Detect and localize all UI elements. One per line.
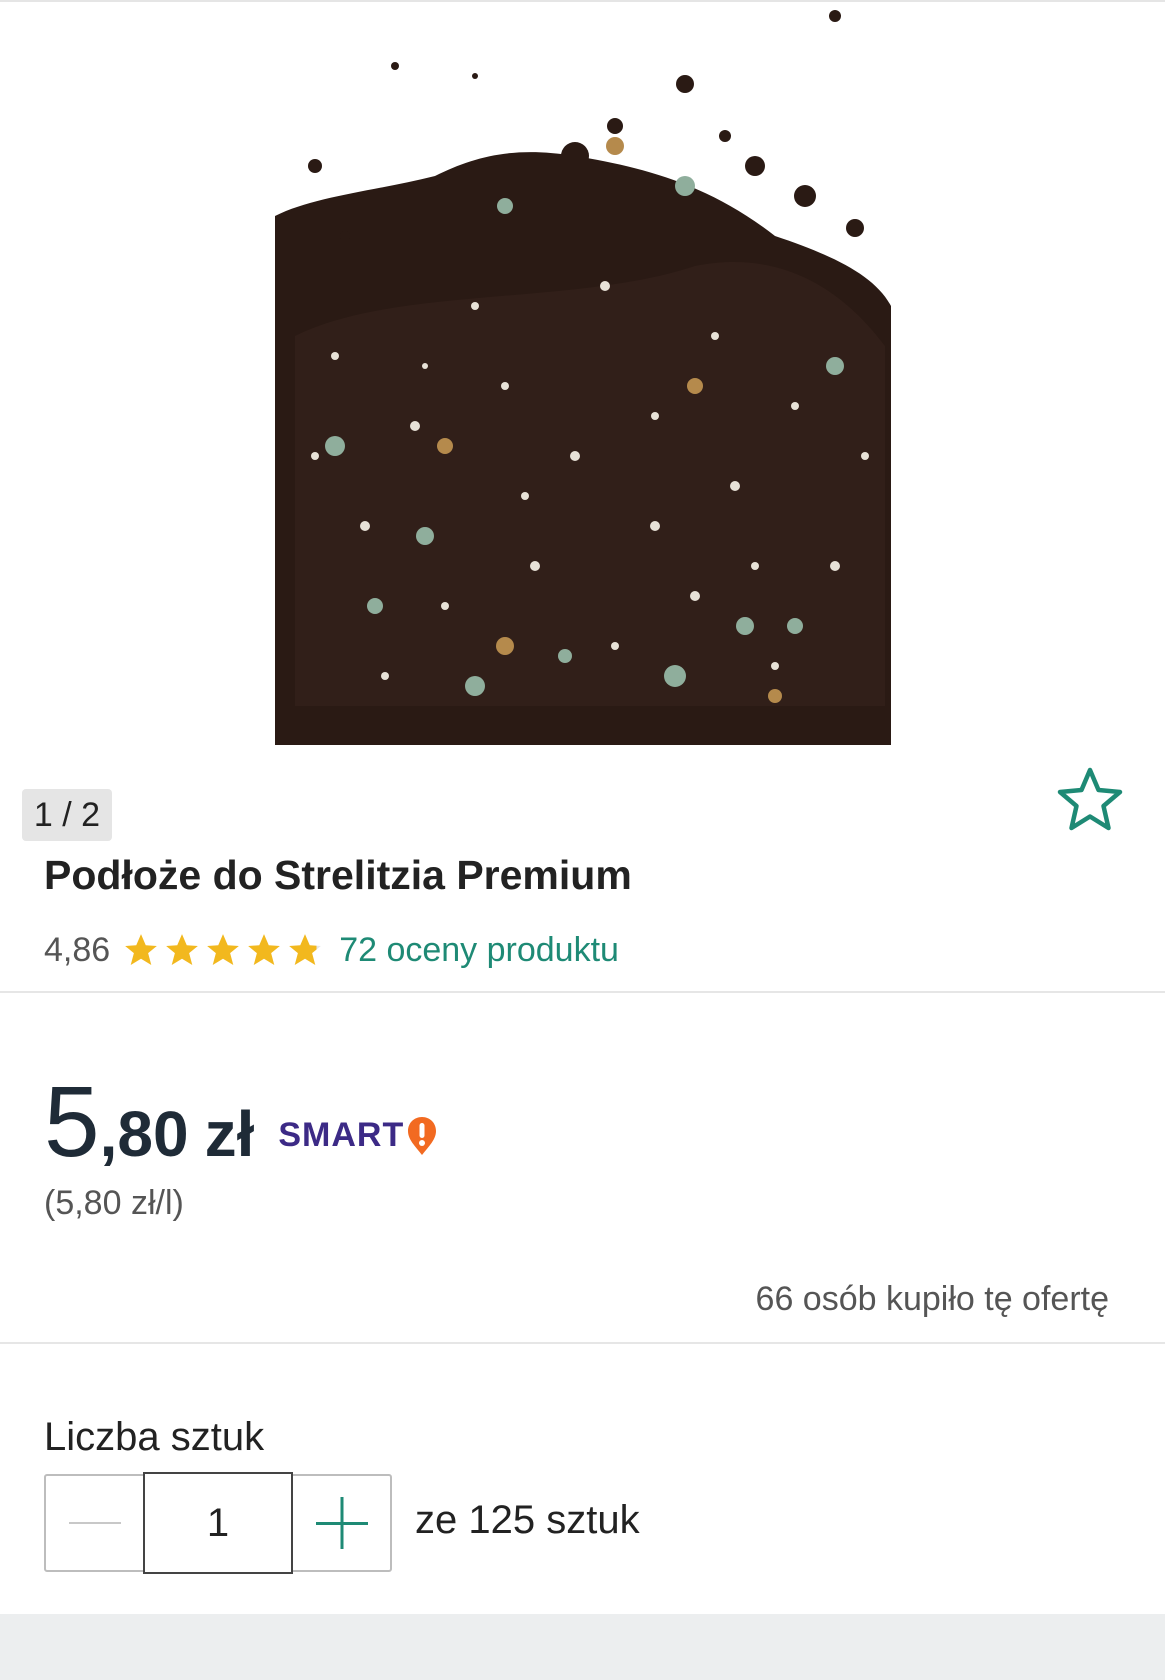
star-icon	[248, 934, 281, 966]
smart-exclamation-icon	[408, 1116, 437, 1155]
rating-row: 4,86 72 oceny produktu	[44, 926, 619, 974]
price-currency: zł	[204, 1098, 255, 1170]
rating-value: 4,86	[44, 930, 111, 969]
plus-icon	[315, 1497, 368, 1549]
price: 5 ,80 zł SMART	[44, 1072, 438, 1172]
product-photo[interactable]	[275, 6, 891, 745]
stock-available: ze 125 sztuk	[415, 1498, 640, 1542]
increase-button[interactable]	[293, 1476, 390, 1570]
section-divider	[0, 1342, 1165, 1344]
star-icon	[125, 934, 158, 966]
gallery-counter: 1 / 2	[22, 789, 112, 841]
section-divider	[0, 991, 1165, 993]
unit-price: (5,80 zł/l)	[44, 1184, 184, 1222]
price-integer: 5	[44, 1066, 100, 1178]
smart-label: SMART	[278, 1116, 405, 1154]
product-gallery[interactable]	[0, 2, 1165, 772]
star-icon	[207, 934, 240, 966]
quantity-label: Liczba sztuk	[44, 1415, 265, 1459]
buyers-count: 66 osób kupiło tę ofertę	[755, 1280, 1109, 1318]
bottom-bar	[0, 1614, 1165, 1680]
star-outline-icon[interactable]	[1054, 764, 1126, 836]
quantity-input[interactable]	[143, 1472, 293, 1574]
decrease-button[interactable]	[46, 1476, 143, 1570]
product-title: Podłoże do Strelitzia Premium	[44, 852, 632, 898]
star-half-icon	[289, 934, 322, 966]
quantity-stepper	[44, 1472, 392, 1574]
price-decimal: ,80	[99, 1098, 189, 1170]
minus-icon	[68, 1522, 121, 1524]
smart-badge[interactable]: SMART	[278, 1115, 438, 1157]
rating-stars	[122, 931, 327, 969]
star-icon	[166, 934, 199, 966]
reviews-link[interactable]: 72 oceny produktu	[339, 931, 619, 970]
